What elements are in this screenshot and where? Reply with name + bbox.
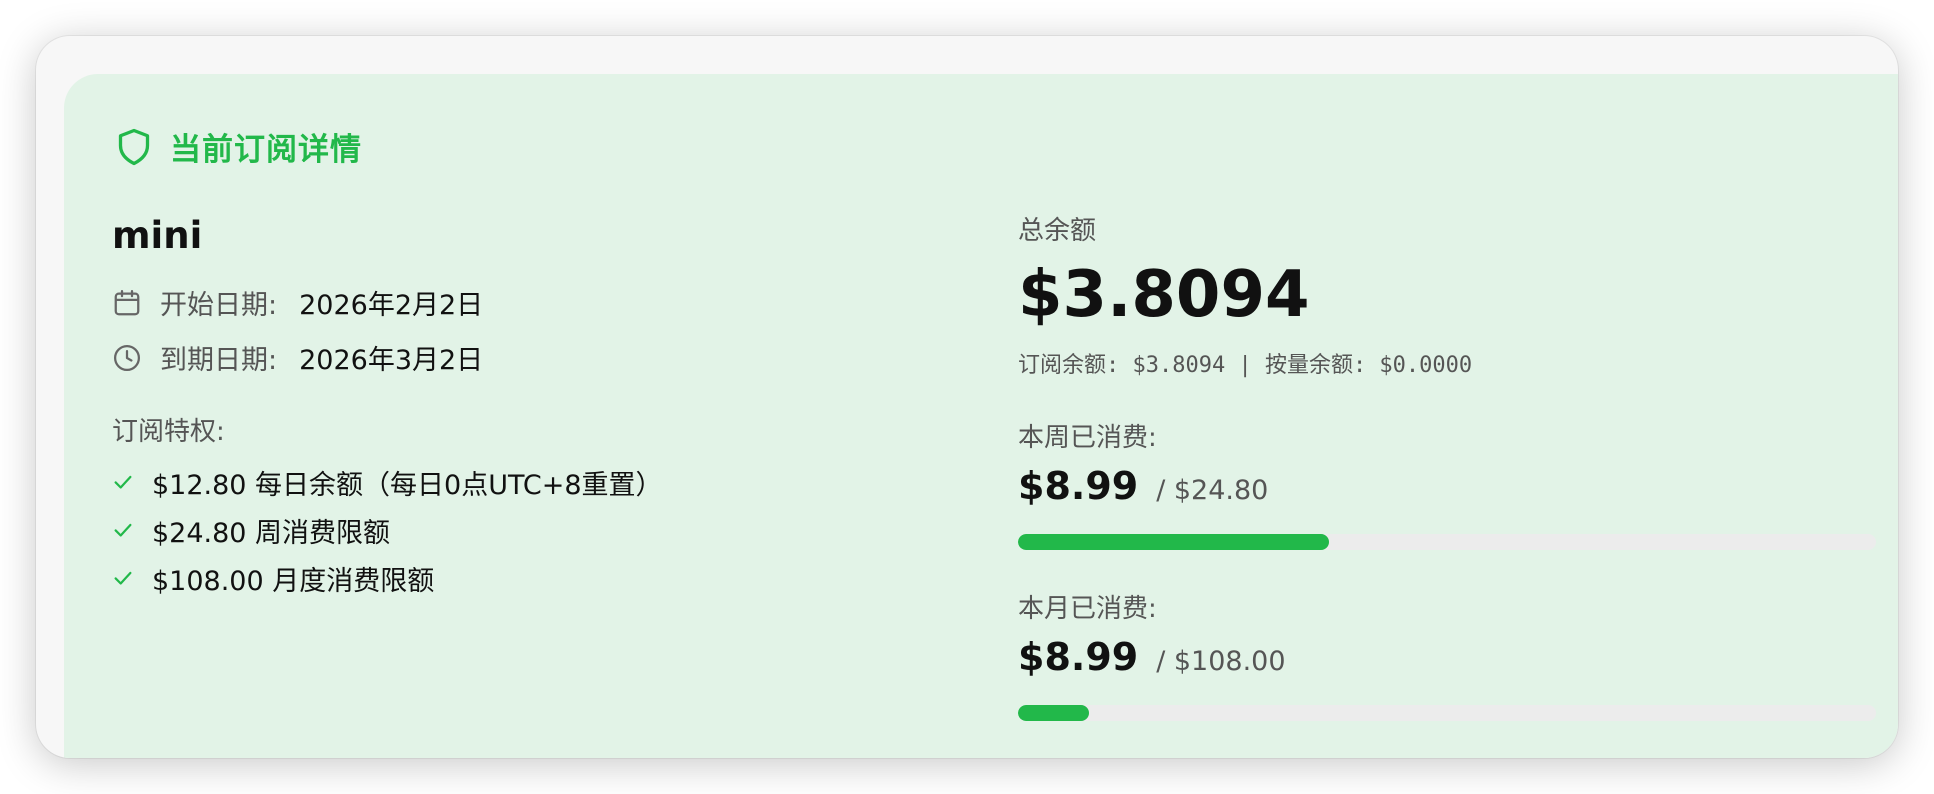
end-date-label: 到期日期: — [160, 345, 278, 376]
card-title: 当前订阅详情 — [170, 132, 362, 168]
start-date-label: 开始日期: — [160, 290, 278, 321]
perk-item: $24.80 周消费限额 — [112, 506, 663, 554]
perk-text: $12.80 每日余额（每日0点UTC+8重置） — [152, 469, 663, 501]
weekly-limit: / $24.80 — [1156, 475, 1269, 506]
check-icon — [114, 475, 132, 489]
perk-text: $108.00 月度消费限额 — [152, 565, 435, 597]
monthly-spend-line: $8.99 / $108.00 — [1018, 635, 1876, 679]
start-date-value: 2026年2月2日 — [299, 290, 484, 321]
weekly-progress-bar — [1018, 534, 1876, 550]
monthly-limit: / $108.00 — [1156, 646, 1286, 677]
start-date-row: 开始日期: 2026年2月2日 — [112, 275, 663, 330]
weekly-progress-fill — [1018, 534, 1330, 550]
weekly-spent-amount: $8.99 — [1018, 464, 1139, 508]
balance-panel: 总余额 $3.8094 订阅余额: $3.8094 | 按量余额: $0.000… — [1018, 210, 1876, 721]
app-window: 当前订阅详情 mini 开始日期: 2026年2月2日 到期日期: 2026年3… — [36, 36, 1898, 758]
weekly-spend-label: 本周已消费: — [1018, 423, 1157, 453]
end-date-row: 到期日期: 2026年3月2日 — [112, 330, 663, 385]
weekly-spend: 本周已消费: $8.99 / $24.80 — [1018, 417, 1876, 550]
perk-item: $12.80 每日余额（每日0点UTC+8重置） — [112, 458, 663, 506]
check-icon — [114, 571, 132, 585]
clock-icon — [114, 344, 140, 371]
plan-info: mini 开始日期: 2026年2月2日 到期日期: 2026年3月2日 订阅特… — [112, 214, 663, 602]
monthly-spend-label: 本月已消费: — [1018, 594, 1157, 624]
monthly-progress-bar — [1018, 705, 1876, 721]
weekly-spend-line: $8.99 / $24.80 — [1018, 464, 1876, 508]
shield-icon — [118, 128, 150, 165]
balance-breakdown: 订阅余额: $3.8094 | 按量余额: $0.0000 — [1018, 353, 1473, 378]
monthly-spend: 本月已消费: $8.99 / $108.00 — [1018, 588, 1876, 721]
plan-name: mini — [112, 214, 203, 257]
perk-text: $24.80 周消费限额 — [152, 517, 391, 549]
end-date-value: 2026年3月2日 — [299, 345, 484, 376]
calendar-icon — [114, 289, 140, 315]
perks-label: 订阅特权: — [112, 417, 225, 447]
perk-item: $108.00 月度消费限额 — [112, 554, 663, 602]
card-header: 当前订阅详情 — [116, 124, 362, 169]
subscription-card: 当前订阅详情 mini 开始日期: 2026年2月2日 到期日期: 2026年3… — [64, 74, 1898, 758]
monthly-spent-amount: $8.99 — [1018, 635, 1139, 679]
total-balance-amount: $3.8094 — [1018, 258, 1310, 332]
check-icon — [114, 523, 132, 537]
monthly-progress-fill — [1018, 705, 1090, 721]
total-balance-label: 总余额 — [1018, 216, 1097, 246]
